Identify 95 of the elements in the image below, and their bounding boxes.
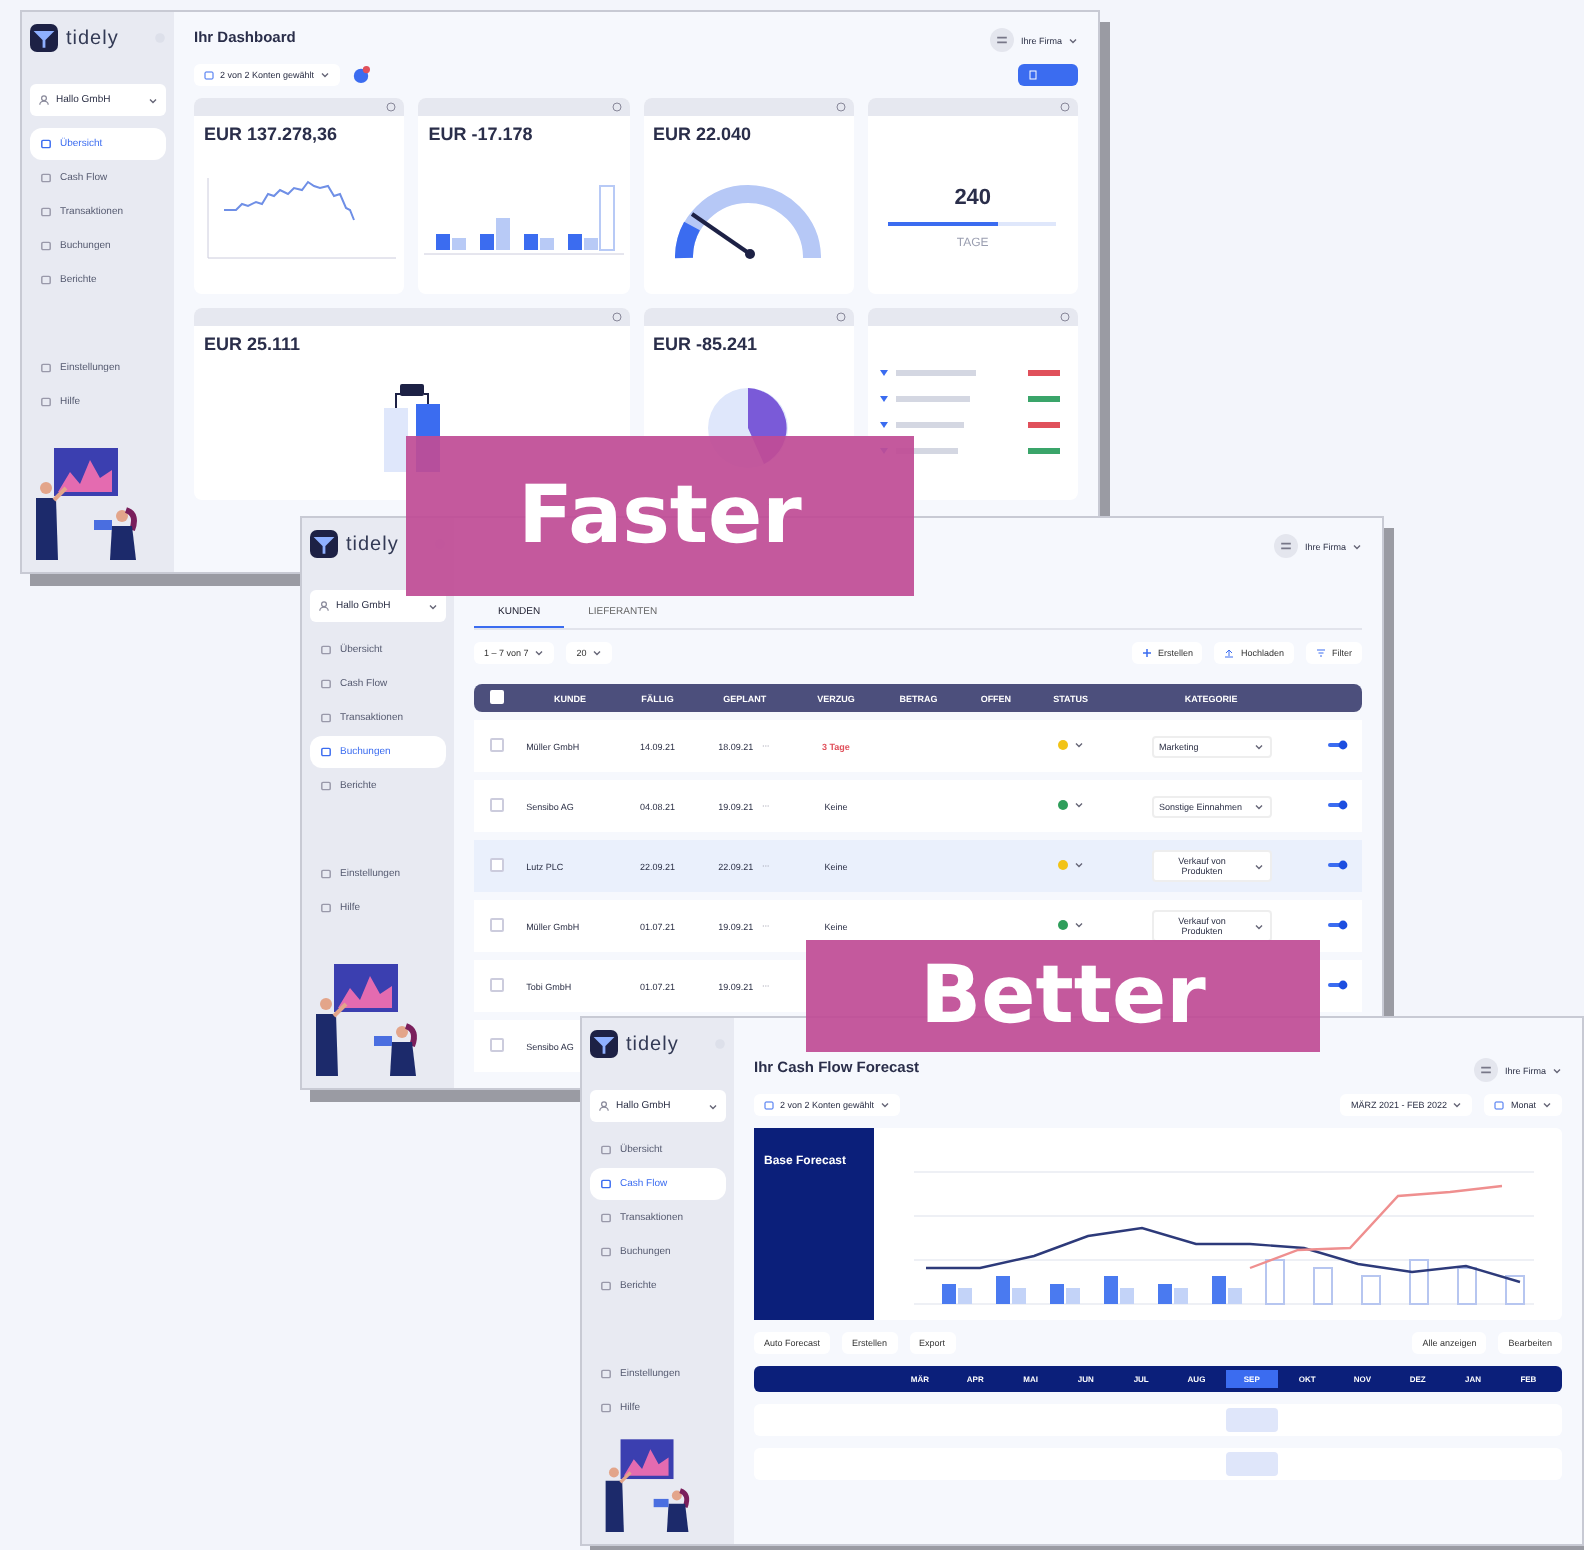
chart-bar bbox=[1409, 1259, 1429, 1305]
row-checkbox[interactable] bbox=[490, 1038, 505, 1052]
info-icon bbox=[835, 102, 846, 112]
menu-item-icon bbox=[600, 1212, 612, 1224]
menu-item-icon bbox=[600, 1178, 612, 1190]
menu-item-icon bbox=[40, 396, 52, 408]
avatar-icon bbox=[990, 28, 1015, 52]
row-checkbox[interactable] bbox=[490, 978, 505, 992]
toggle-switch[interactable] bbox=[1327, 980, 1348, 990]
report-button[interactable] bbox=[1018, 64, 1078, 86]
menu-item-icon bbox=[600, 1280, 612, 1292]
caret-icon bbox=[148, 95, 158, 105]
row-checkbox[interactable] bbox=[490, 798, 505, 812]
menu-item-icon bbox=[320, 644, 332, 656]
menu-item-icon bbox=[40, 172, 52, 184]
brand-name: tidely bbox=[66, 27, 121, 49]
menu-item-icon bbox=[600, 1144, 612, 1156]
menu-item-icon bbox=[40, 362, 52, 374]
user-icon bbox=[318, 600, 330, 612]
caret-icon bbox=[1073, 800, 1084, 810]
caret-icon bbox=[880, 1100, 891, 1110]
brand-name: tidely bbox=[626, 1033, 681, 1055]
toggle-switch[interactable] bbox=[1327, 920, 1348, 930]
caret-icon bbox=[708, 1101, 718, 1111]
logo-icon bbox=[30, 24, 58, 52]
caret-icon bbox=[1452, 1100, 1463, 1110]
menu-item-icon bbox=[320, 746, 332, 758]
row-checkbox[interactable] bbox=[490, 918, 505, 932]
user-icon bbox=[38, 94, 50, 106]
document-icon bbox=[1028, 70, 1038, 80]
card-value: EUR 22.040 bbox=[651, 122, 754, 144]
avatar-icon bbox=[1474, 1058, 1499, 1082]
chart-bar bbox=[1361, 1275, 1381, 1305]
info-icon bbox=[835, 312, 846, 322]
avatar-icon bbox=[1274, 534, 1299, 558]
plus-icon bbox=[1141, 648, 1152, 658]
row-checkbox[interactable] bbox=[490, 738, 505, 752]
menu-item-icon bbox=[320, 868, 332, 880]
card-value: EUR 25.111 bbox=[202, 332, 303, 354]
caret-icon bbox=[1253, 921, 1264, 931]
chart-bar bbox=[1505, 1275, 1525, 1305]
caret-icon bbox=[428, 601, 438, 611]
menu-item-icon bbox=[40, 274, 52, 286]
menu-item-icon bbox=[600, 1246, 612, 1258]
chart-bar bbox=[1265, 1259, 1285, 1305]
info-icon bbox=[1060, 102, 1070, 112]
toggle-switch[interactable] bbox=[1327, 800, 1348, 810]
caret-icon bbox=[320, 70, 331, 80]
menu-item-icon bbox=[40, 138, 52, 150]
calendar-icon bbox=[764, 1100, 774, 1110]
caret-icon bbox=[1253, 741, 1264, 751]
menu-item-icon bbox=[600, 1402, 612, 1414]
caret-icon bbox=[1253, 861, 1264, 871]
promo-banner: Better bbox=[806, 940, 1320, 1052]
calendar-icon bbox=[204, 70, 214, 80]
caret-icon bbox=[1073, 920, 1084, 930]
info-icon bbox=[611, 312, 621, 322]
info-icon bbox=[611, 102, 621, 112]
toggle-switch[interactable] bbox=[1327, 860, 1348, 870]
info-icon bbox=[386, 102, 397, 112]
caret-icon bbox=[1542, 1100, 1552, 1110]
caret-icon bbox=[1253, 801, 1264, 811]
days-value: 240 bbox=[952, 183, 994, 209]
menu-item-icon bbox=[320, 780, 332, 792]
menu-item-icon bbox=[40, 206, 52, 218]
promo-banner: Faster bbox=[406, 436, 914, 596]
user-icon bbox=[598, 1100, 610, 1112]
chart-bar bbox=[1457, 1267, 1477, 1305]
caret-icon bbox=[1352, 541, 1362, 551]
menu-item-icon bbox=[600, 1368, 612, 1380]
caret-icon bbox=[534, 648, 545, 658]
calendar-icon bbox=[1494, 1100, 1505, 1110]
upload-icon bbox=[1224, 648, 1235, 658]
caret-icon bbox=[1552, 1065, 1562, 1075]
row-checkbox[interactable] bbox=[490, 858, 505, 872]
menu-item-icon bbox=[320, 902, 332, 914]
card-value: EUR -17.178 bbox=[426, 122, 535, 144]
menu-item-icon bbox=[320, 678, 332, 690]
select-all-checkbox[interactable] bbox=[490, 690, 505, 704]
brand-name: tidely bbox=[346, 533, 401, 555]
toggle-switch[interactable] bbox=[1327, 740, 1348, 750]
menu-item-icon bbox=[40, 240, 52, 252]
caret-icon bbox=[592, 648, 603, 658]
logo-icon bbox=[590, 1030, 618, 1058]
card-value: EUR 137.278,36 bbox=[202, 122, 340, 144]
logo-icon bbox=[310, 530, 338, 558]
chart-bar bbox=[1313, 1267, 1333, 1305]
info-icon bbox=[1060, 312, 1070, 322]
caret-icon bbox=[1073, 740, 1084, 750]
caret-icon bbox=[1068, 35, 1078, 45]
filter-icon bbox=[1316, 648, 1326, 658]
card-value: EUR -85.241 bbox=[651, 332, 760, 354]
menu-item-icon bbox=[320, 712, 332, 724]
caret-icon bbox=[1073, 860, 1084, 870]
notification-icon bbox=[352, 66, 371, 84]
